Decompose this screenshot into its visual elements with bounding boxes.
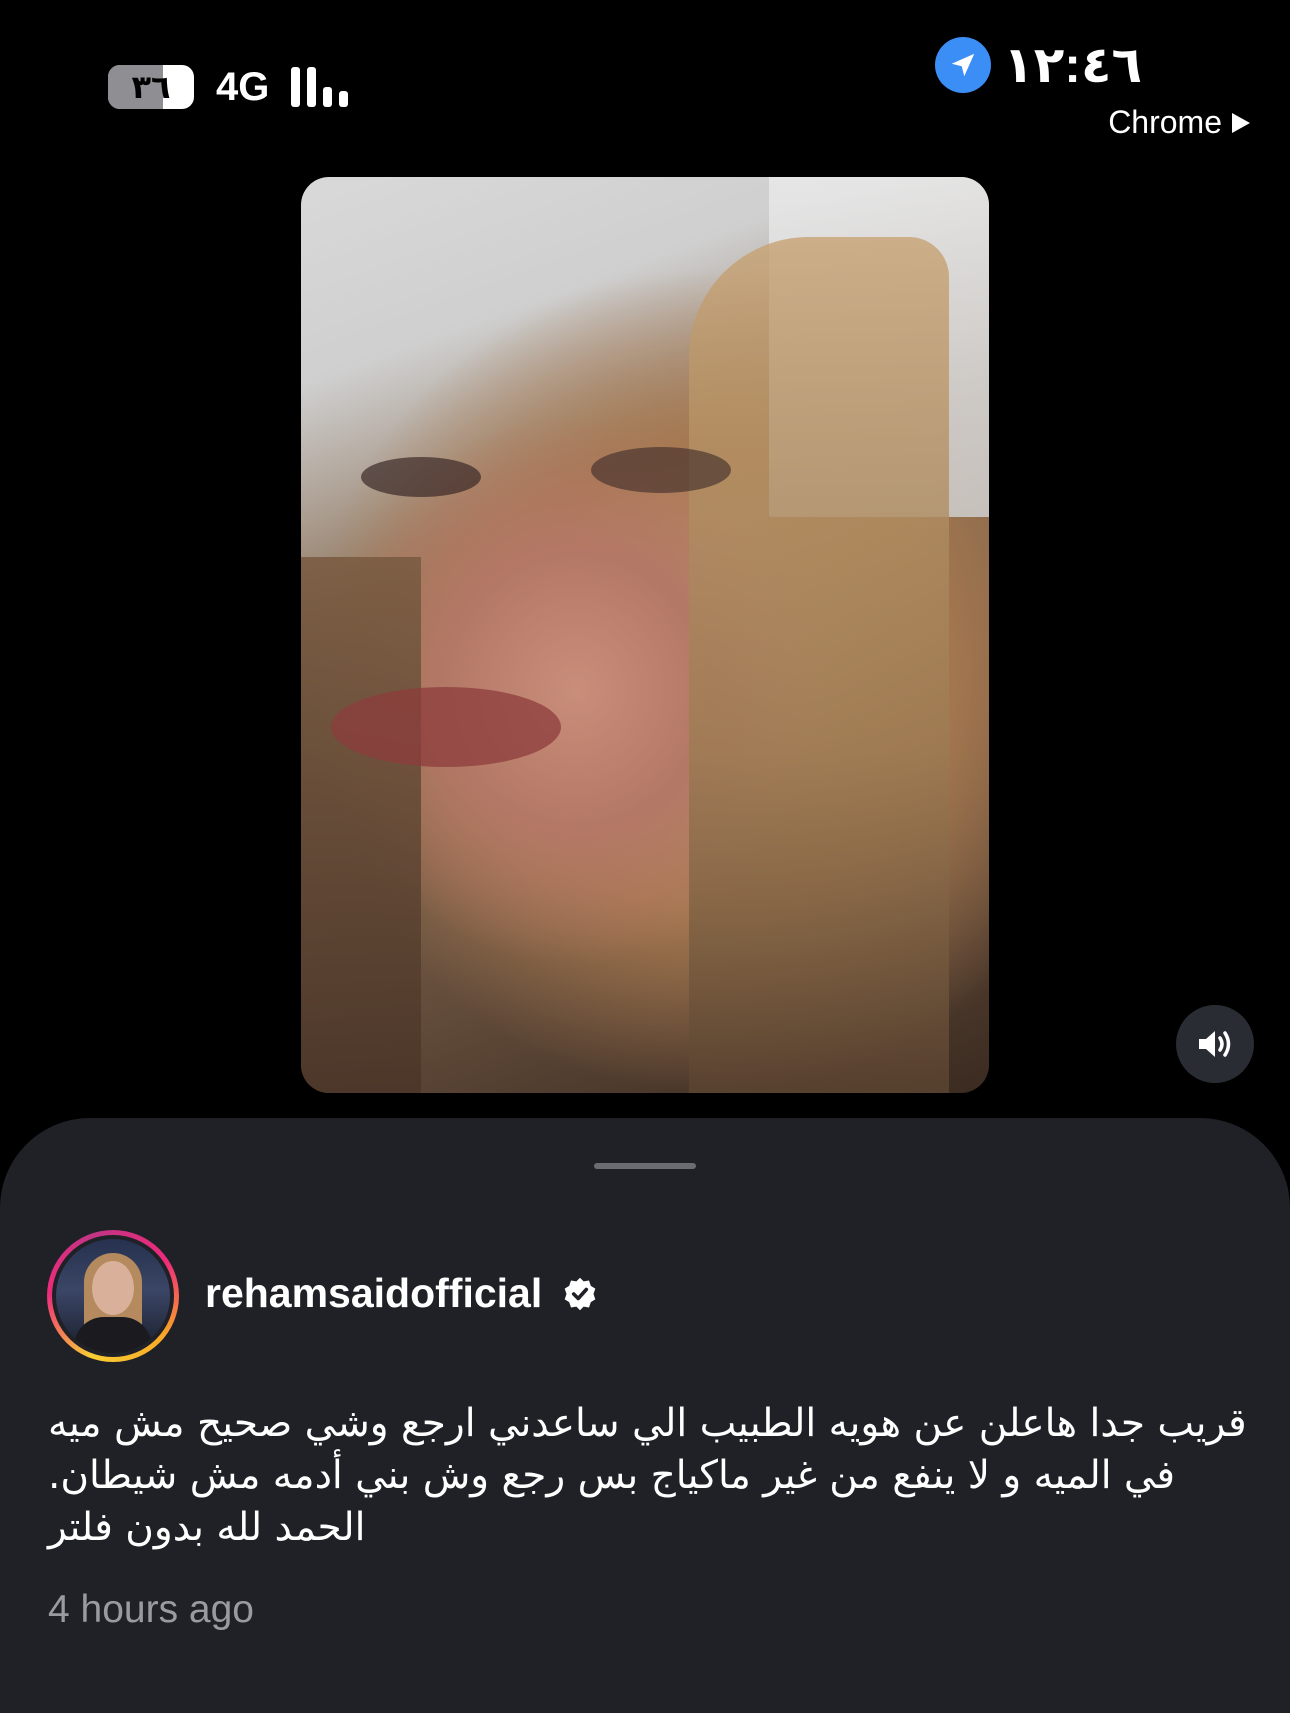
sound-toggle-button[interactable]	[1176, 1005, 1254, 1083]
username-row: rehamsaidofficial	[205, 1270, 598, 1317]
video-lips	[331, 687, 561, 767]
status-bar-left: ٣٦ 4G	[108, 62, 349, 112]
post-info-sheet: rehamsaidofficial قريب جدا هاعلن عن هويه…	[0, 1118, 1290, 1713]
speaker-on-icon	[1199, 1031, 1231, 1057]
video-eye-left	[361, 457, 481, 497]
video-eye-right	[591, 447, 731, 493]
avatar-image	[56, 1239, 170, 1353]
back-to-app-button[interactable]: Chrome	[1108, 104, 1250, 141]
story-video[interactable]	[301, 177, 989, 1093]
video-hair-shape	[689, 237, 949, 1093]
sheet-drag-handle[interactable]	[594, 1163, 696, 1169]
post-caption: قريب جدا هاعلن عن هويه الطبيب الي ساعدني…	[48, 1401, 1247, 1550]
signal-bars-icon	[291, 67, 349, 107]
avatar[interactable]	[47, 1230, 179, 1362]
status-bar-right: ١٢:٤٦	[935, 36, 1142, 94]
verified-badge-icon	[564, 1277, 596, 1310]
clock: ١٢:٤٦	[1003, 37, 1142, 93]
video-hair-left-shape	[301, 557, 421, 1093]
back-app-label: Chrome	[1108, 104, 1222, 140]
play-triangle-icon	[1232, 112, 1250, 133]
network-type: 4G	[216, 64, 270, 109]
username-link[interactable]: rehamsaidofficial	[205, 1270, 542, 1317]
post-timestamp: 4 hours ago	[48, 1588, 254, 1631]
battery-indicator: ٣٦	[108, 65, 194, 109]
location-arrow-icon	[935, 37, 992, 93]
battery-level: ٣٦	[131, 69, 171, 105]
